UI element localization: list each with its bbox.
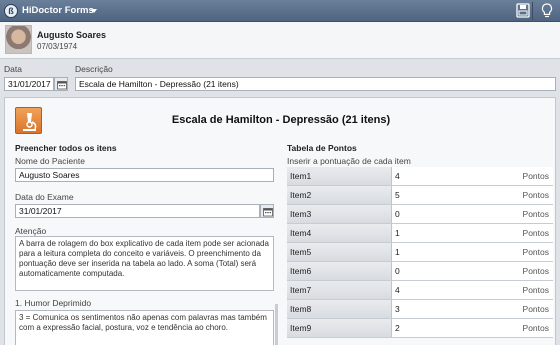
item-score[interactable]: 1 xyxy=(395,243,400,261)
points-unit: Pontos xyxy=(522,304,549,314)
table-value-cell[interactable]: 5 Pontos xyxy=(392,186,553,204)
top-bar: ß HiDoctor Forms xyxy=(0,0,560,22)
table-row: Item5 1 Pontos xyxy=(287,243,553,262)
table-item-cell: Item5 xyxy=(287,243,392,261)
exam-date-calendar-button[interactable] xyxy=(260,204,274,218)
table-value-cell[interactable]: 1 Pontos xyxy=(392,224,553,242)
table-item-cell: Item8 xyxy=(287,300,392,318)
exam-date-field[interactable]: 31/01/2017 xyxy=(15,204,260,218)
item-score[interactable]: 3 xyxy=(395,300,400,318)
date-calendar-button[interactable] xyxy=(54,77,68,91)
table-row: Item4 1 Pontos xyxy=(287,224,553,243)
table-row: Item1 4 Pontos xyxy=(287,167,553,186)
table-item-cell: Item7 xyxy=(287,281,392,299)
table-row: Item7 4 Pontos xyxy=(287,281,553,300)
form-panel: Escala de Hamilton - Depressão (21 itens… xyxy=(4,97,556,345)
item-score[interactable]: 2 xyxy=(395,319,400,337)
points-unit: Pontos xyxy=(522,209,549,219)
item-score[interactable]: 4 xyxy=(395,281,400,299)
description-field[interactable]: Escala de Hamilton - Depressão (21 itens… xyxy=(75,77,556,91)
table-row: Item9 2 Pontos xyxy=(287,319,553,338)
patient-header: Augusto Soares 07/03/1974 xyxy=(0,22,560,59)
table-row: Item8 3 Pontos xyxy=(287,300,553,319)
toolbar-divider xyxy=(532,2,533,20)
points-unit: Pontos xyxy=(522,266,549,276)
lightbulb-icon xyxy=(541,3,553,18)
table-row: Item2 5 Pontos xyxy=(287,186,553,205)
table-row: Item6 0 Pontos xyxy=(287,262,553,281)
table-item-cell: Item4 xyxy=(287,224,392,242)
description-label: Descrição xyxy=(75,64,113,74)
patient-name: Augusto Soares xyxy=(37,30,107,40)
exam-date-label: Data do Exame xyxy=(15,192,74,202)
points-table-hint: Inserir a pontuação de cada item xyxy=(287,156,411,166)
app-logo-icon: ß xyxy=(4,4,18,18)
points-unit: Pontos xyxy=(522,171,549,181)
date-field[interactable]: 31/01/2017 xyxy=(4,77,54,91)
patient-name-field[interactable]: Augusto Soares xyxy=(15,168,274,182)
calendar-icon xyxy=(57,81,67,90)
table-item-cell: Item2 xyxy=(287,186,392,204)
table-value-cell[interactable]: 1 Pontos xyxy=(392,243,553,261)
table-value-cell[interactable]: 2 Pontos xyxy=(392,319,553,337)
date-label: Data xyxy=(4,64,22,74)
points-unit: Pontos xyxy=(522,190,549,200)
table-item-cell: Item1 xyxy=(287,167,392,185)
save-button[interactable] xyxy=(512,1,534,21)
avatar xyxy=(5,25,32,54)
item-score[interactable]: 4 xyxy=(395,167,400,185)
chevron-down-icon[interactable] xyxy=(91,9,97,13)
item-score[interactable]: 1 xyxy=(395,224,400,242)
table-row: Item3 0 Pontos xyxy=(287,205,553,224)
item1-label: 1. Humor Deprimido xyxy=(15,298,92,308)
attention-label: Atenção xyxy=(15,226,47,236)
form-title: Escala de Hamilton - Depressão (21 itens… xyxy=(171,114,391,126)
save-icon xyxy=(516,3,530,18)
points-table: Item1 4 Pontos Item2 5 Pontos Item3 0 Ponto… xyxy=(287,167,553,338)
patient-name-label: Nome do Paciente xyxy=(15,156,85,166)
points-table-title: Tabela de Pontos xyxy=(287,143,357,153)
item-score[interactable]: 0 xyxy=(395,262,400,280)
table-value-cell[interactable]: 0 Pontos xyxy=(392,205,553,223)
table-item-cell: Item3 xyxy=(287,205,392,223)
table-value-cell[interactable]: 3 Pontos xyxy=(392,300,553,318)
item-score[interactable]: 5 xyxy=(395,186,400,204)
table-value-cell[interactable]: 4 Pontos xyxy=(392,167,553,185)
points-unit: Pontos xyxy=(522,285,549,295)
fill-all-items-title: Preencher todos os itens xyxy=(15,143,117,153)
table-item-cell: Item6 xyxy=(287,262,392,280)
item-score[interactable]: 0 xyxy=(395,205,400,223)
table-item-cell: Item9 xyxy=(287,319,392,337)
calendar-icon xyxy=(263,208,273,217)
patient-dob: 07/03/1974 xyxy=(37,42,78,51)
tips-button[interactable] xyxy=(536,1,558,21)
table-value-cell[interactable]: 4 Pontos xyxy=(392,281,553,299)
item1-textbox[interactable]: 3 = Comunica os sentimentos não apenas c… xyxy=(15,310,274,345)
item1-scrollbar[interactable] xyxy=(275,304,278,345)
points-unit: Pontos xyxy=(522,247,549,257)
app-title[interactable]: HiDoctor Forms xyxy=(22,5,94,16)
table-value-cell[interactable]: 0 Pontos xyxy=(392,262,553,280)
points-unit: Pontos xyxy=(522,323,549,333)
attention-textbox: A barra de rolagem do box explicativo de… xyxy=(15,236,274,291)
points-unit: Pontos xyxy=(522,228,549,238)
